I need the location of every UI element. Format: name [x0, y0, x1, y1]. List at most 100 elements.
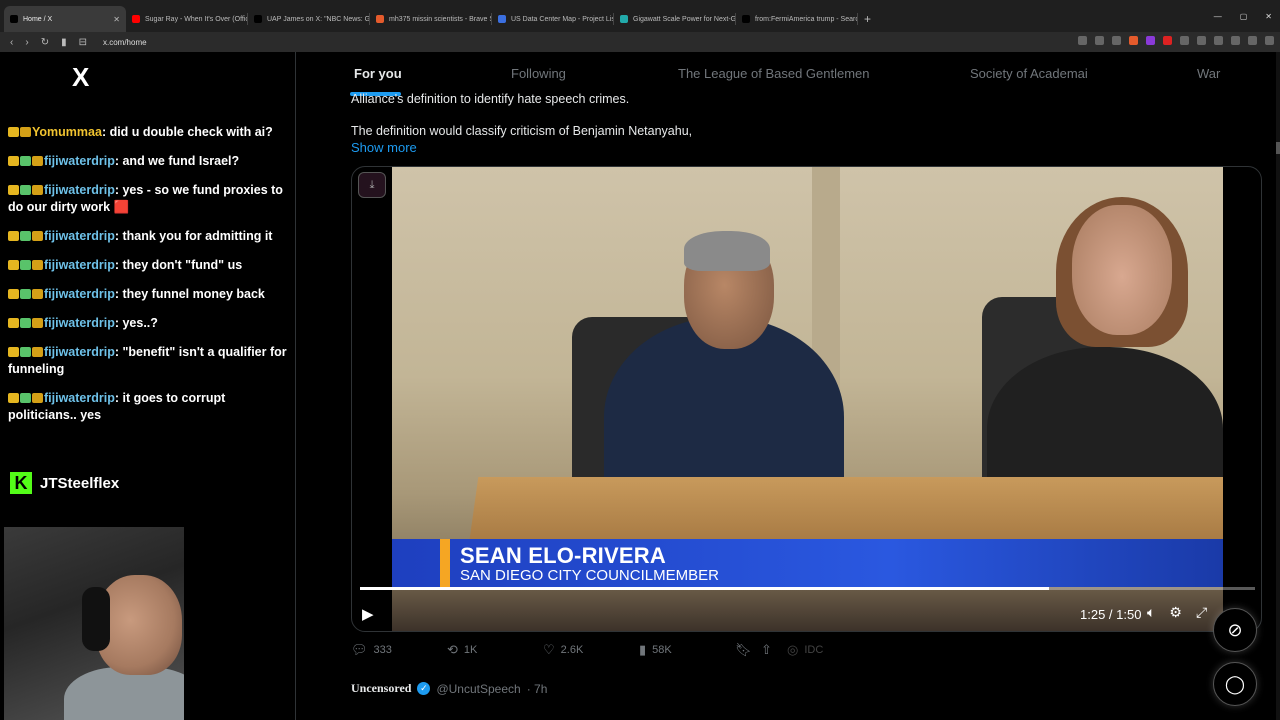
tab-title: US Data Center Map - Project List & [511, 15, 614, 23]
post-actions: 💬︎ 333 ⟲ 1K ♡ 2.6K ▮ 58K 🔖︎ ⇧ ◎ IDC [351, 642, 823, 658]
volume-icon[interactable]: 🔈︎ [1147, 604, 1155, 621]
repost-button[interactable]: ⟲ 1K [447, 642, 543, 658]
menu-icon[interactable] [1265, 36, 1274, 45]
chat-username[interactable]: fijiwaterdrip [44, 391, 115, 405]
chat-username[interactable]: fijiwaterdrip [44, 183, 115, 197]
tier-badge-icon [32, 347, 43, 357]
tab-for-you[interactable]: For you [354, 66, 402, 81]
extension-icon[interactable] [1146, 36, 1155, 45]
youtube-icon [132, 15, 140, 23]
scrollbar-thumb[interactable] [1276, 142, 1280, 154]
video-controls: 🔈︎ ⚙︎ ⤢ [1147, 604, 1207, 621]
webcam-feed [4, 527, 184, 720]
tier-badge-icon [32, 289, 43, 299]
grok-button[interactable]: ⊘ [1213, 608, 1257, 652]
browser-tab[interactable]: US Data Center Map - Project List & [492, 6, 614, 32]
sub-badge-icon [20, 260, 31, 270]
chat-username[interactable]: fijiwaterdrip [44, 229, 115, 243]
browser-tabbar: Home / X ✕ Sugar Ray - When It's Over (Off… [0, 0, 1280, 32]
x-logo[interactable]: X [72, 62, 89, 93]
url-field[interactable]: x.com/home [103, 38, 147, 47]
post-text-line: The definition would classify criticism … [351, 124, 693, 138]
sub-badge-icon [20, 185, 31, 195]
tab-following[interactable]: Following [511, 66, 566, 81]
tab-society-of-academai[interactable]: Society of Academai [970, 66, 1088, 81]
extension-icon[interactable] [1180, 36, 1189, 45]
fullscreen-icon[interactable]: ⤢ [1196, 604, 1207, 621]
verified-badge-icon: ✓ [417, 682, 431, 695]
main-feed: For you Following The League of Based Ge… [297, 52, 1280, 720]
sub-badge-icon [20, 156, 31, 166]
chat-username[interactable]: fijiwaterdrip [44, 154, 115, 168]
extension-icon[interactable] [1163, 36, 1172, 45]
next-post-header: Uncensored ✓ @UncutSpeech · 7h [351, 681, 547, 696]
settings-gear-icon[interactable]: ⚙︎ [1169, 604, 1182, 621]
tab-league-of-based-gentlemen[interactable]: The League of Based Gentlemen [678, 66, 870, 81]
address-bar: ‹ › ↻ ▮ ⊟ x.com/home [0, 32, 1280, 52]
views-button[interactable]: ▮ 58K [639, 642, 735, 658]
idc-extension[interactable]: ◎ IDC [787, 642, 823, 658]
extension-icon[interactable] [1197, 36, 1206, 45]
chat-text: : and we fund Israel? [114, 154, 240, 168]
map-icon [498, 15, 506, 23]
close-window-icon[interactable]: ✕ [1265, 12, 1272, 21]
share-button[interactable]: ⇧ [761, 642, 787, 658]
browser-tab[interactable]: mh375 missin scientists - Brave Searc [370, 6, 492, 32]
close-tab-icon[interactable]: ✕ [113, 15, 120, 24]
chat-text: : yes..? [114, 316, 158, 330]
tab-war[interactable]: War [1197, 66, 1220, 81]
chat-username[interactable]: fijiwaterdrip [44, 287, 115, 301]
idc-label: IDC [804, 644, 824, 656]
browser-tab[interactable]: from:FermiAmerica trump - Search / [736, 6, 858, 32]
lower-third-banner: SEAN ELO-RIVERA SAN DIEGO CITY COUNCILME… [392, 539, 1223, 587]
browser-tab[interactable]: Sugar Ray - When It's Over (Official M [126, 6, 248, 32]
extension-icon[interactable] [1231, 36, 1240, 45]
browser-tab[interactable]: Gigawatt Scale Power for Next-Gen A [614, 6, 736, 32]
kick-logo-icon: K [10, 472, 32, 494]
bookmark-post-button[interactable]: 🔖︎ [735, 642, 761, 658]
tab-title: from:FermiAmerica trump - Search / [755, 15, 858, 23]
chat-username[interactable]: fijiwaterdrip [44, 258, 115, 272]
download-icon[interactable]: ⤓ [358, 172, 386, 198]
extension-icon[interactable] [1214, 36, 1223, 45]
author-handle[interactable]: @UncutSpeech [436, 682, 520, 696]
video-player[interactable]: ⤓ SEAN ELO-RIVERA SAN DIEGO CITY COUNCIL… [351, 166, 1262, 632]
like-button[interactable]: ♡ 2.6K [543, 642, 639, 658]
browser-tab[interactable]: UAP James on X: "NBC News: Genera [248, 6, 370, 32]
site-info-icon[interactable]: ⊟ [79, 37, 87, 48]
chat-message: fijiwaterdrip: "benefit" isn't a qualifi… [8, 344, 290, 378]
play-icon[interactable]: ▶ [362, 605, 374, 623]
tab-title: Gigawatt Scale Power for Next-Gen A [633, 15, 736, 23]
extension-icon[interactable] [1248, 36, 1257, 45]
new-tab-button[interactable]: + [864, 12, 871, 26]
chat-username[interactable]: Yomummaa [32, 125, 102, 139]
extension-icon[interactable] [1078, 36, 1087, 45]
x-icon [254, 15, 262, 23]
brave-shield-icon[interactable] [1129, 36, 1138, 45]
sub-badge-icon [20, 231, 31, 241]
reply-count: 333 [373, 644, 392, 656]
forward-icon[interactable]: › [25, 37, 28, 48]
tier-badge-icon [32, 231, 43, 241]
extension-icon[interactable] [1112, 36, 1121, 45]
scrollbar[interactable] [1276, 52, 1280, 720]
reload-icon[interactable]: ↻ [41, 37, 49, 48]
crown-badge-icon [8, 260, 19, 270]
video-frame[interactable]: SEAN ELO-RIVERA SAN DIEGO CITY COUNCILME… [392, 167, 1223, 631]
back-icon[interactable]: ‹ [10, 37, 13, 48]
reply-button[interactable]: 💬︎ 333 [351, 642, 447, 658]
maximize-icon[interactable]: ▢ [1240, 12, 1248, 21]
sub-badge-icon [20, 393, 31, 403]
video-progress-bar[interactable] [360, 587, 1255, 590]
minimize-icon[interactable]: — [1214, 12, 1222, 21]
bookmark-icon[interactable]: ▮ [61, 37, 67, 48]
author-name[interactable]: Uncensored [351, 681, 411, 696]
chat-username[interactable]: fijiwaterdrip [44, 345, 115, 359]
share-icon: ⇧ [761, 642, 772, 657]
lower-third-accent [440, 539, 450, 587]
chat-username[interactable]: fijiwaterdrip [44, 316, 115, 330]
browser-tab[interactable]: Home / X ✕ [4, 6, 126, 32]
extension-icon[interactable] [1095, 36, 1104, 45]
messages-button[interactable]: ◯ [1213, 662, 1257, 706]
show-more-link[interactable]: Show more [351, 140, 417, 155]
